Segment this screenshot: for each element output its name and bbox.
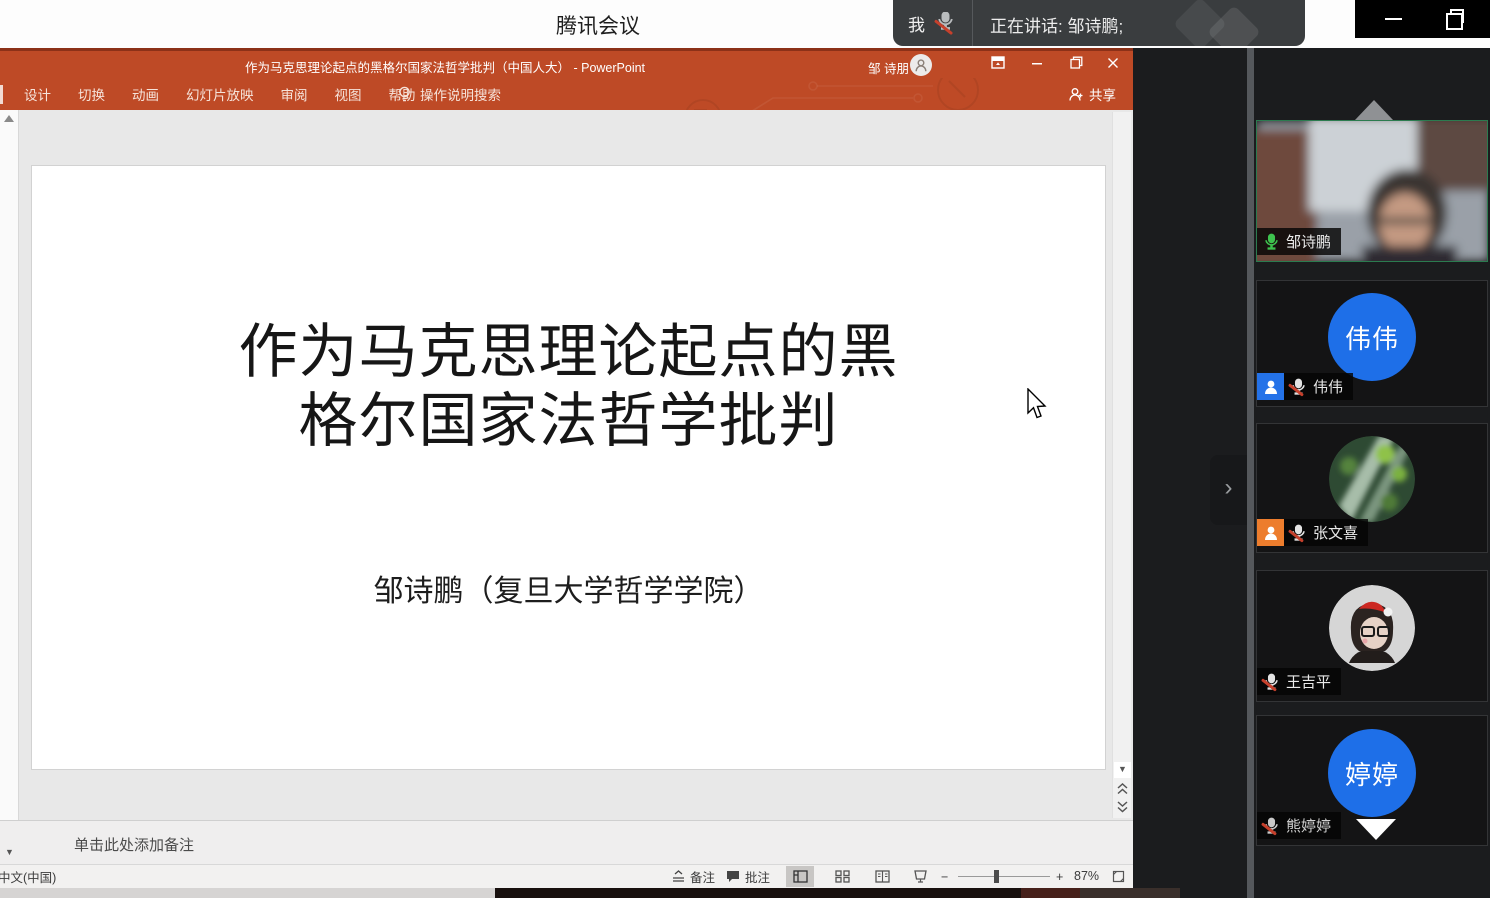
- participant-name: 熊婷婷: [1286, 815, 1331, 836]
- minimize-window-icon[interactable]: [1385, 18, 1402, 20]
- tab-review[interactable]: 审阅: [281, 84, 308, 104]
- share-label: 共享: [1089, 84, 1116, 104]
- restore-window-icon[interactable]: [1450, 9, 1464, 23]
- me-label: 我: [908, 11, 925, 36]
- scrollbar-down-icon[interactable]: ▼: [1114, 762, 1131, 778]
- ppt-tab-cutoff: [0, 85, 3, 104]
- mic-on-icon: [1264, 233, 1279, 251]
- ppt-ribbon-tabs-bar: 设计 切换 动画 幻灯片放映 审阅 视图 帮助 操作说明搜索 共享: [0, 78, 1133, 110]
- search-label: 操作说明搜索: [420, 84, 501, 104]
- muted-mic-icon: [1264, 673, 1279, 691]
- ppt-account-avatar[interactable]: [910, 54, 932, 76]
- ppt-document-title: 作为马克思理论起点的黑格尔国家法哲学批判（中国人大） - PowerPoint: [245, 57, 645, 76]
- member-badge-blue: [1257, 373, 1284, 400]
- slide-canvas[interactable]: 作为马克思理论起点的黑 格尔国家法哲学批判 邹诗鹏（复旦大学哲学学院）: [31, 165, 1106, 770]
- lightbulb-icon: [398, 86, 411, 103]
- slide-title: 作为马克思理论起点的黑 格尔国家法哲学批判: [32, 318, 1105, 456]
- participant-tile-wangjiping[interactable]: 王吉平: [1256, 570, 1488, 702]
- tab-design[interactable]: 设计: [24, 84, 51, 104]
- ribbon-display-options-icon[interactable]: [981, 51, 1015, 81]
- ppt-account-name: 邹 诗朋: [868, 58, 909, 77]
- zoom-level[interactable]: 87%: [1074, 869, 1099, 883]
- reading-view-button[interactable]: [868, 866, 896, 887]
- participants-scroll-down-icon[interactable]: [1356, 819, 1396, 840]
- meeting-stage-background: › 邹诗鹏: [1133, 48, 1490, 898]
- ppt-titlebar: 作为马克思理论起点的黑格尔国家法哲学批判（中国人大） - PowerPoint …: [0, 48, 1133, 78]
- thumbnail-pane-scrollbar[interactable]: [0, 110, 19, 820]
- fit-to-window-button[interactable]: [1112, 865, 1125, 888]
- zoom-slider-thumb[interactable]: [994, 870, 999, 883]
- share-person-icon: [1068, 87, 1084, 102]
- notes-placeholder[interactable]: 单击此处添加备注: [74, 834, 194, 855]
- ppt-restore-icon[interactable]: [1059, 51, 1093, 81]
- normal-view-button[interactable]: [786, 866, 814, 887]
- participant-name: 王吉平: [1286, 671, 1331, 692]
- next-slide-icon[interactable]: [1114, 800, 1131, 816]
- avatar-weiwei: 伟伟: [1328, 293, 1416, 381]
- collapse-sidebar-button[interactable]: ›: [1210, 455, 1247, 525]
- slide-vertical-scrollbar[interactable]: ▼: [1112, 112, 1131, 818]
- muted-mic-icon: [1264, 817, 1279, 835]
- meeting-window-controls: [1355, 0, 1490, 38]
- sidebar-divider[interactable]: [1247, 48, 1254, 898]
- participant-name: 邹诗鹏: [1286, 231, 1331, 252]
- speaking-status: 正在讲话: 邹诗鹏;: [990, 12, 1123, 37]
- participant-name: 张文喜: [1313, 522, 1358, 543]
- participant-tile-weiwei[interactable]: 伟伟 伟伟: [1256, 280, 1488, 407]
- powerpoint-window: 作为马克思理论起点的黑格尔国家法哲学批判（中国人大） - PowerPoint …: [0, 48, 1133, 888]
- slide-subtitle: 邹诗鹏（复旦大学哲学学院）: [32, 566, 1105, 610]
- meeting-floating-toolbar: 我 正在讲话: 邹诗鹏;: [893, 0, 1305, 46]
- notes-pane[interactable]: 单击此处添加备注 ▼: [0, 820, 1133, 864]
- my-muted-mic-icon: [937, 12, 954, 30]
- chevron-right-icon: ›: [1225, 474, 1233, 501]
- tab-transitions[interactable]: 切换: [78, 84, 105, 104]
- comment-icon: [726, 870, 740, 883]
- avatar-tingting: 婷婷: [1328, 729, 1416, 817]
- tab-animations[interactable]: 动画: [132, 84, 159, 104]
- zoom-slider-track[interactable]: [958, 876, 1050, 877]
- ppt-status-bar: 中文(中国) 备注 批注 − + 8: [0, 864, 1133, 888]
- muted-mic-icon: [1291, 378, 1306, 396]
- tab-view[interactable]: 视图: [335, 84, 362, 104]
- slideshow-view-button[interactable]: [906, 866, 934, 887]
- member-badge-orange: [1257, 519, 1284, 546]
- ppt-minimize-icon[interactable]: [1020, 51, 1054, 81]
- participant-tile-zoushipeng[interactable]: 邹诗鹏: [1256, 120, 1488, 262]
- ppt-editing-area: 作为马克思理论起点的黑 格尔国家法哲学批判 邹诗鹏（复旦大学哲学学院） ▼: [0, 110, 1133, 820]
- zoom-in-button[interactable]: +: [1056, 865, 1063, 888]
- zoom-out-button[interactable]: −: [941, 865, 948, 888]
- mouse-cursor: [1026, 388, 1048, 420]
- my-mic-status[interactable]: 我: [893, 0, 973, 46]
- ppt-close-icon[interactable]: [1096, 51, 1130, 81]
- previous-slide-icon[interactable]: [1114, 782, 1131, 798]
- slide-sorter-view-button[interactable]: [828, 866, 856, 887]
- scrollbar-up-icon[interactable]: [4, 115, 14, 122]
- bottom-edge-dark: [495, 888, 1133, 898]
- notes-icon: [672, 870, 685, 883]
- comments-toggle-button[interactable]: 批注: [726, 865, 770, 888]
- share-button[interactable]: 共享: [1068, 78, 1116, 110]
- avatar-zhangwenxi: [1329, 436, 1415, 522]
- participant-name: 伟伟: [1313, 376, 1343, 397]
- notes-collapse-icon[interactable]: ▼: [5, 847, 14, 857]
- tell-me-search[interactable]: 操作说明搜索: [398, 78, 501, 110]
- bottom-edge-light: [0, 888, 495, 898]
- language-status[interactable]: 中文(中国): [0, 865, 56, 888]
- meeting-app-title: 腾讯会议: [556, 10, 640, 40]
- notes-toggle-button[interactable]: 备注: [672, 865, 715, 888]
- participants-scroll-up-icon[interactable]: [1355, 100, 1393, 120]
- participant-tile-zhangwenxi[interactable]: 张文喜: [1256, 423, 1488, 553]
- avatar-wangjiping: [1329, 585, 1415, 671]
- tab-slideshow[interactable]: 幻灯片放映: [186, 84, 254, 104]
- tencent-meeting-logo: [1207, 5, 1261, 46]
- muted-mic-icon: [1291, 524, 1306, 542]
